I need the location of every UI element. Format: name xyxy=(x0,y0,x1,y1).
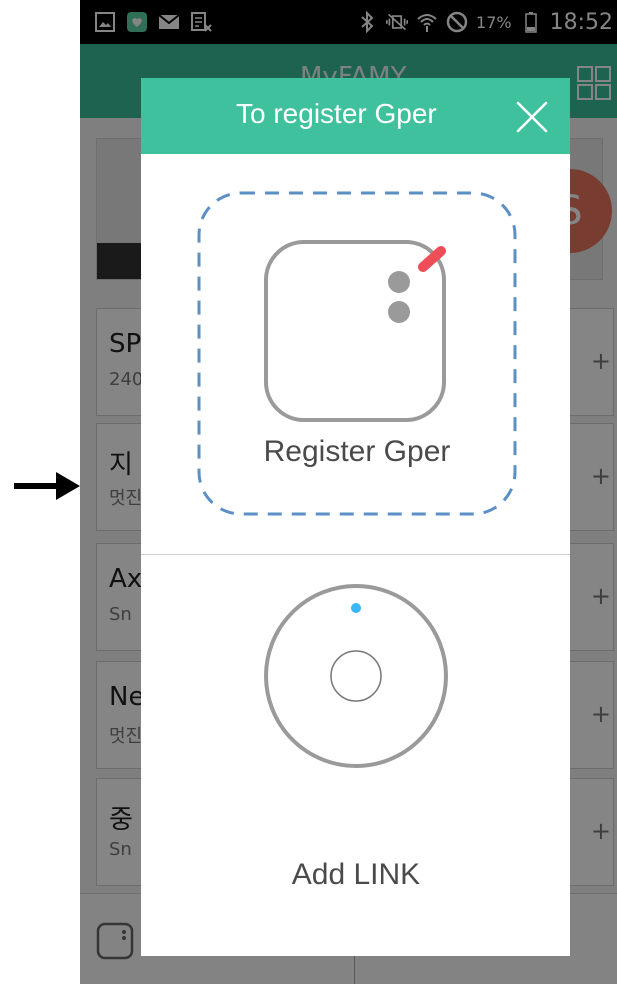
annotation-arrow-icon xyxy=(12,466,82,510)
close-button[interactable] xyxy=(507,92,557,142)
close-icon xyxy=(516,101,548,133)
dialog-header: To register Gper xyxy=(141,78,570,154)
register-gper-option[interactable]: Register Gper xyxy=(197,191,517,516)
gper-device-icon xyxy=(263,239,447,427)
register-dialog: To register Gper Register Gper Add LINK xyxy=(141,78,570,956)
add-link-option[interactable]: Add LINK xyxy=(241,584,471,894)
register-gper-label: Register Gper xyxy=(263,435,451,468)
add-link-label: Add LINK xyxy=(291,858,421,891)
dialog-title: To register Gper xyxy=(236,98,437,129)
link-device-icon xyxy=(262,584,450,774)
dialog-divider xyxy=(141,554,570,555)
phone-screen: 17% 18:52 MyFAMY S SP 240 + 지 멋진 + Ax xyxy=(80,0,617,984)
